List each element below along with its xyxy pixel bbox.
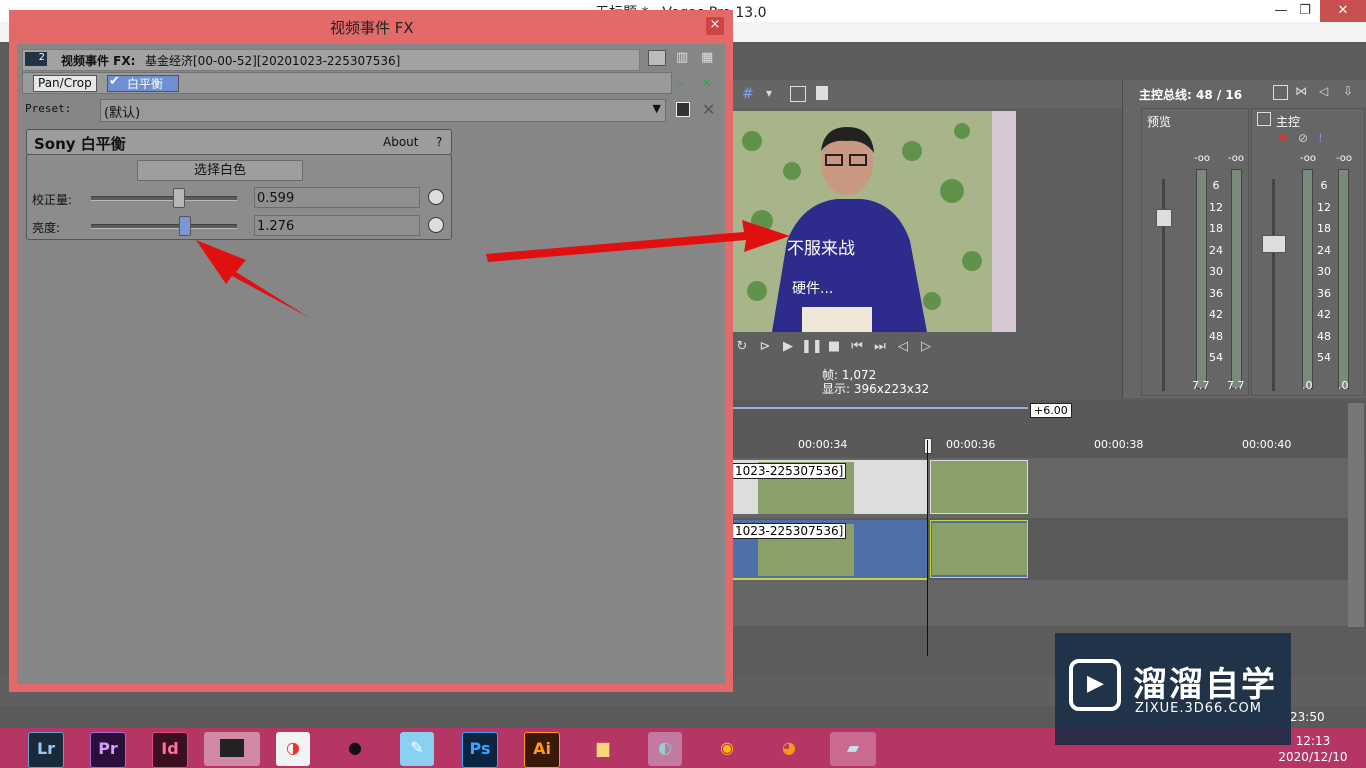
watermark-url: ZIXUE.3D66.COM: [1135, 701, 1262, 716]
photoshop-icon[interactable]: Ps: [462, 732, 498, 768]
browser-app-icon[interactable]: ◐: [648, 732, 682, 766]
premiere-icon[interactable]: Pr: [90, 732, 126, 768]
arrow-to-slider: [196, 240, 310, 318]
watermark-title: 溜溜自学: [1133, 665, 1277, 705]
watermark-logo-icon: ▶: [1069, 659, 1121, 711]
watermark-badge: ▶ 溜溜自学 ZIXUE.3D66.COM: [1055, 633, 1291, 745]
chrome-icon[interactable]: ◉: [710, 732, 744, 766]
lightroom-icon[interactable]: Lr: [28, 732, 64, 768]
file-explorer-icon[interactable]: ▆: [586, 732, 620, 766]
notes-app-icon[interactable]: ✎: [400, 732, 434, 766]
indesign-icon[interactable]: Id: [152, 732, 188, 768]
arrow-to-preview: [486, 220, 790, 262]
editor-app-icon[interactable]: ▰: [830, 732, 876, 766]
clock-date: 2020/12/10: [1278, 750, 1348, 764]
colorful-app-icon[interactable]: ◑: [276, 732, 310, 766]
orange-app-icon[interactable]: ◕: [772, 732, 806, 766]
qq-icon[interactable]: ●: [338, 732, 372, 766]
vegas-taskbar-button[interactable]: [204, 732, 260, 766]
illustrator-icon[interactable]: Ai: [524, 732, 560, 768]
